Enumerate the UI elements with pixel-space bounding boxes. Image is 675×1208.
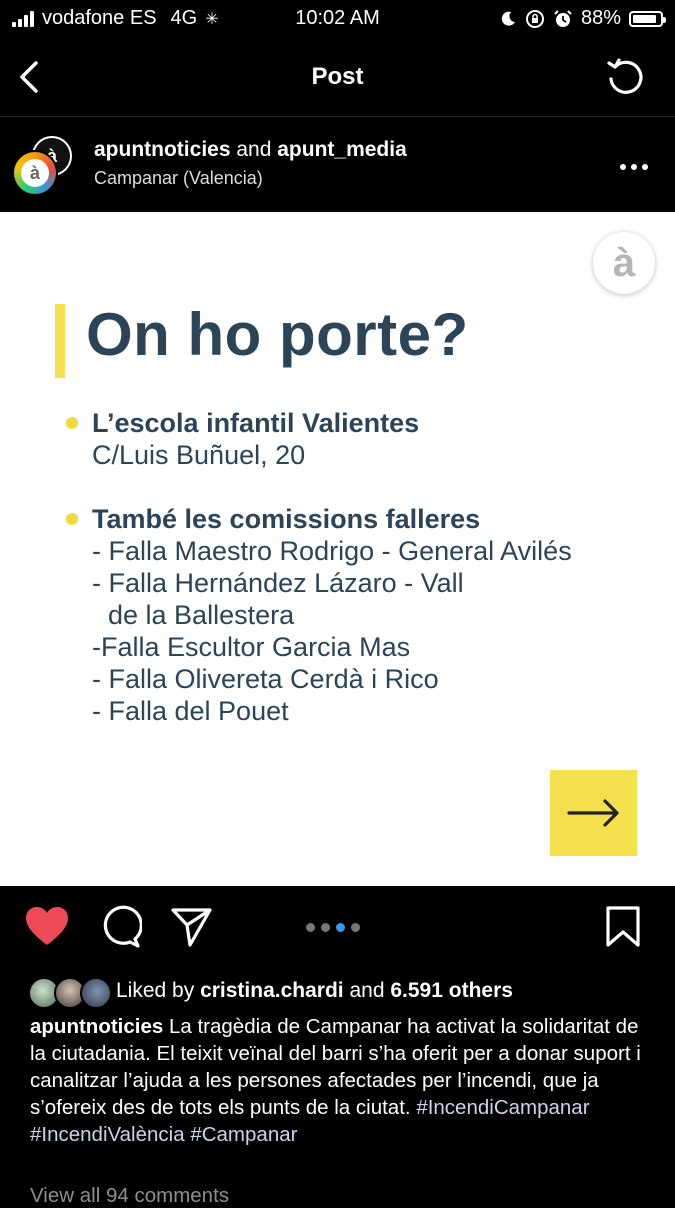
title-accent-bar bbox=[55, 304, 65, 378]
carousel-dot bbox=[336, 923, 345, 932]
arrow-right-icon bbox=[566, 799, 619, 827]
likes-row: Liked by cristina.chardi and 6.591 other… bbox=[0, 975, 675, 1009]
image-line: C/Luis Buñuel, 20 bbox=[92, 440, 306, 470]
heart-icon bbox=[26, 907, 68, 945]
likes-others[interactable]: 6.591 others bbox=[390, 979, 513, 1002]
status-right: 88% bbox=[499, 7, 666, 30]
bookmark-button[interactable] bbox=[604, 905, 642, 954]
carousel-dot bbox=[351, 923, 360, 932]
avatar[interactable]: à à bbox=[12, 136, 72, 196]
alarm-icon bbox=[554, 9, 572, 27]
hashtag-link[interactable]: #Campanar bbox=[190, 1123, 297, 1146]
comment-button[interactable] bbox=[98, 905, 143, 954]
likes-summary[interactable]: Liked by cristina.chardi and 6.591 other… bbox=[116, 979, 513, 1003]
image-line: - Falla Maestro Rodrigo - General Avilés bbox=[92, 536, 572, 566]
image-line: - Falla Olivereta Cerdà i Rico bbox=[92, 664, 439, 694]
likes-joiner: and bbox=[349, 979, 385, 1002]
avatar-primary: à bbox=[12, 150, 58, 196]
post-image[interactable]: à On ho porte? L’escola infantil Valient… bbox=[0, 212, 675, 886]
share-icon bbox=[171, 908, 212, 947]
like-button[interactable] bbox=[24, 905, 70, 952]
image-line: de la Ballestera bbox=[108, 600, 295, 630]
image-title: On ho porte? bbox=[86, 301, 469, 368]
image-line: - Falla Hernández Lázaro - Vall bbox=[92, 568, 464, 598]
author-link-1[interactable]: apuntnoticies bbox=[94, 138, 231, 161]
carousel-indicator bbox=[306, 923, 360, 932]
hashtag-link[interactable]: #IncendiValència bbox=[30, 1123, 185, 1146]
comment-icon bbox=[103, 905, 143, 948]
caption: apuntnoticies La tragèdia de Campanar ha… bbox=[30, 1013, 650, 1148]
moon-icon bbox=[501, 11, 515, 26]
refresh-button[interactable] bbox=[603, 55, 647, 99]
image-line: L’escola infantil Valientes bbox=[92, 408, 420, 438]
authors-joiner: and bbox=[236, 138, 272, 161]
caption-username[interactable]: apuntnoticies bbox=[30, 1015, 163, 1038]
page-title: Post bbox=[311, 63, 364, 90]
post-header: à à apuntnoticies and apunt_media Campan… bbox=[0, 122, 675, 210]
share-button[interactable] bbox=[170, 905, 214, 954]
action-bar bbox=[0, 895, 675, 965]
more-button[interactable] bbox=[619, 152, 649, 172]
more-icon bbox=[620, 164, 648, 170]
hashtag-link[interactable]: #IncendiCampanar bbox=[416, 1096, 589, 1119]
image-line: - Falla del Pouet bbox=[92, 696, 289, 726]
avatar-glyph: à bbox=[21, 159, 49, 187]
image-line: -Falla Escultor Garcia Mas bbox=[92, 632, 411, 662]
top-nav: Post bbox=[0, 45, 675, 109]
liker-username[interactable]: cristina.chardi bbox=[200, 979, 344, 1002]
bullet-dot bbox=[66, 417, 78, 429]
bookmark-icon bbox=[606, 906, 640, 947]
brand-logo: à bbox=[593, 232, 655, 294]
battery-label: 88% bbox=[580, 7, 621, 29]
post-location[interactable]: Campanar (Valencia) bbox=[94, 168, 263, 189]
header-divider bbox=[0, 116, 675, 117]
carousel-dot bbox=[306, 923, 315, 932]
post-authors: apuntnoticies and apunt_media bbox=[94, 138, 407, 162]
view-comments-link[interactable]: View all 94 comments bbox=[30, 1184, 229, 1208]
refresh-icon bbox=[607, 58, 643, 94]
liker-avatar[interactable] bbox=[80, 977, 112, 1009]
carousel-dot bbox=[321, 923, 330, 932]
bullet-dot bbox=[66, 513, 78, 525]
likes-prefix: Liked by bbox=[116, 979, 195, 1002]
author-link-2[interactable]: apunt_media bbox=[277, 138, 407, 161]
rotation-lock-icon bbox=[525, 9, 544, 28]
next-slide-arrow bbox=[550, 770, 637, 856]
battery-fill bbox=[633, 14, 656, 23]
status-bar: vodafone ES 4G ✳ 10:02 AM 88% bbox=[0, 0, 675, 38]
image-line: També les comissions falleres bbox=[92, 504, 481, 534]
battery-icon bbox=[629, 10, 666, 27]
